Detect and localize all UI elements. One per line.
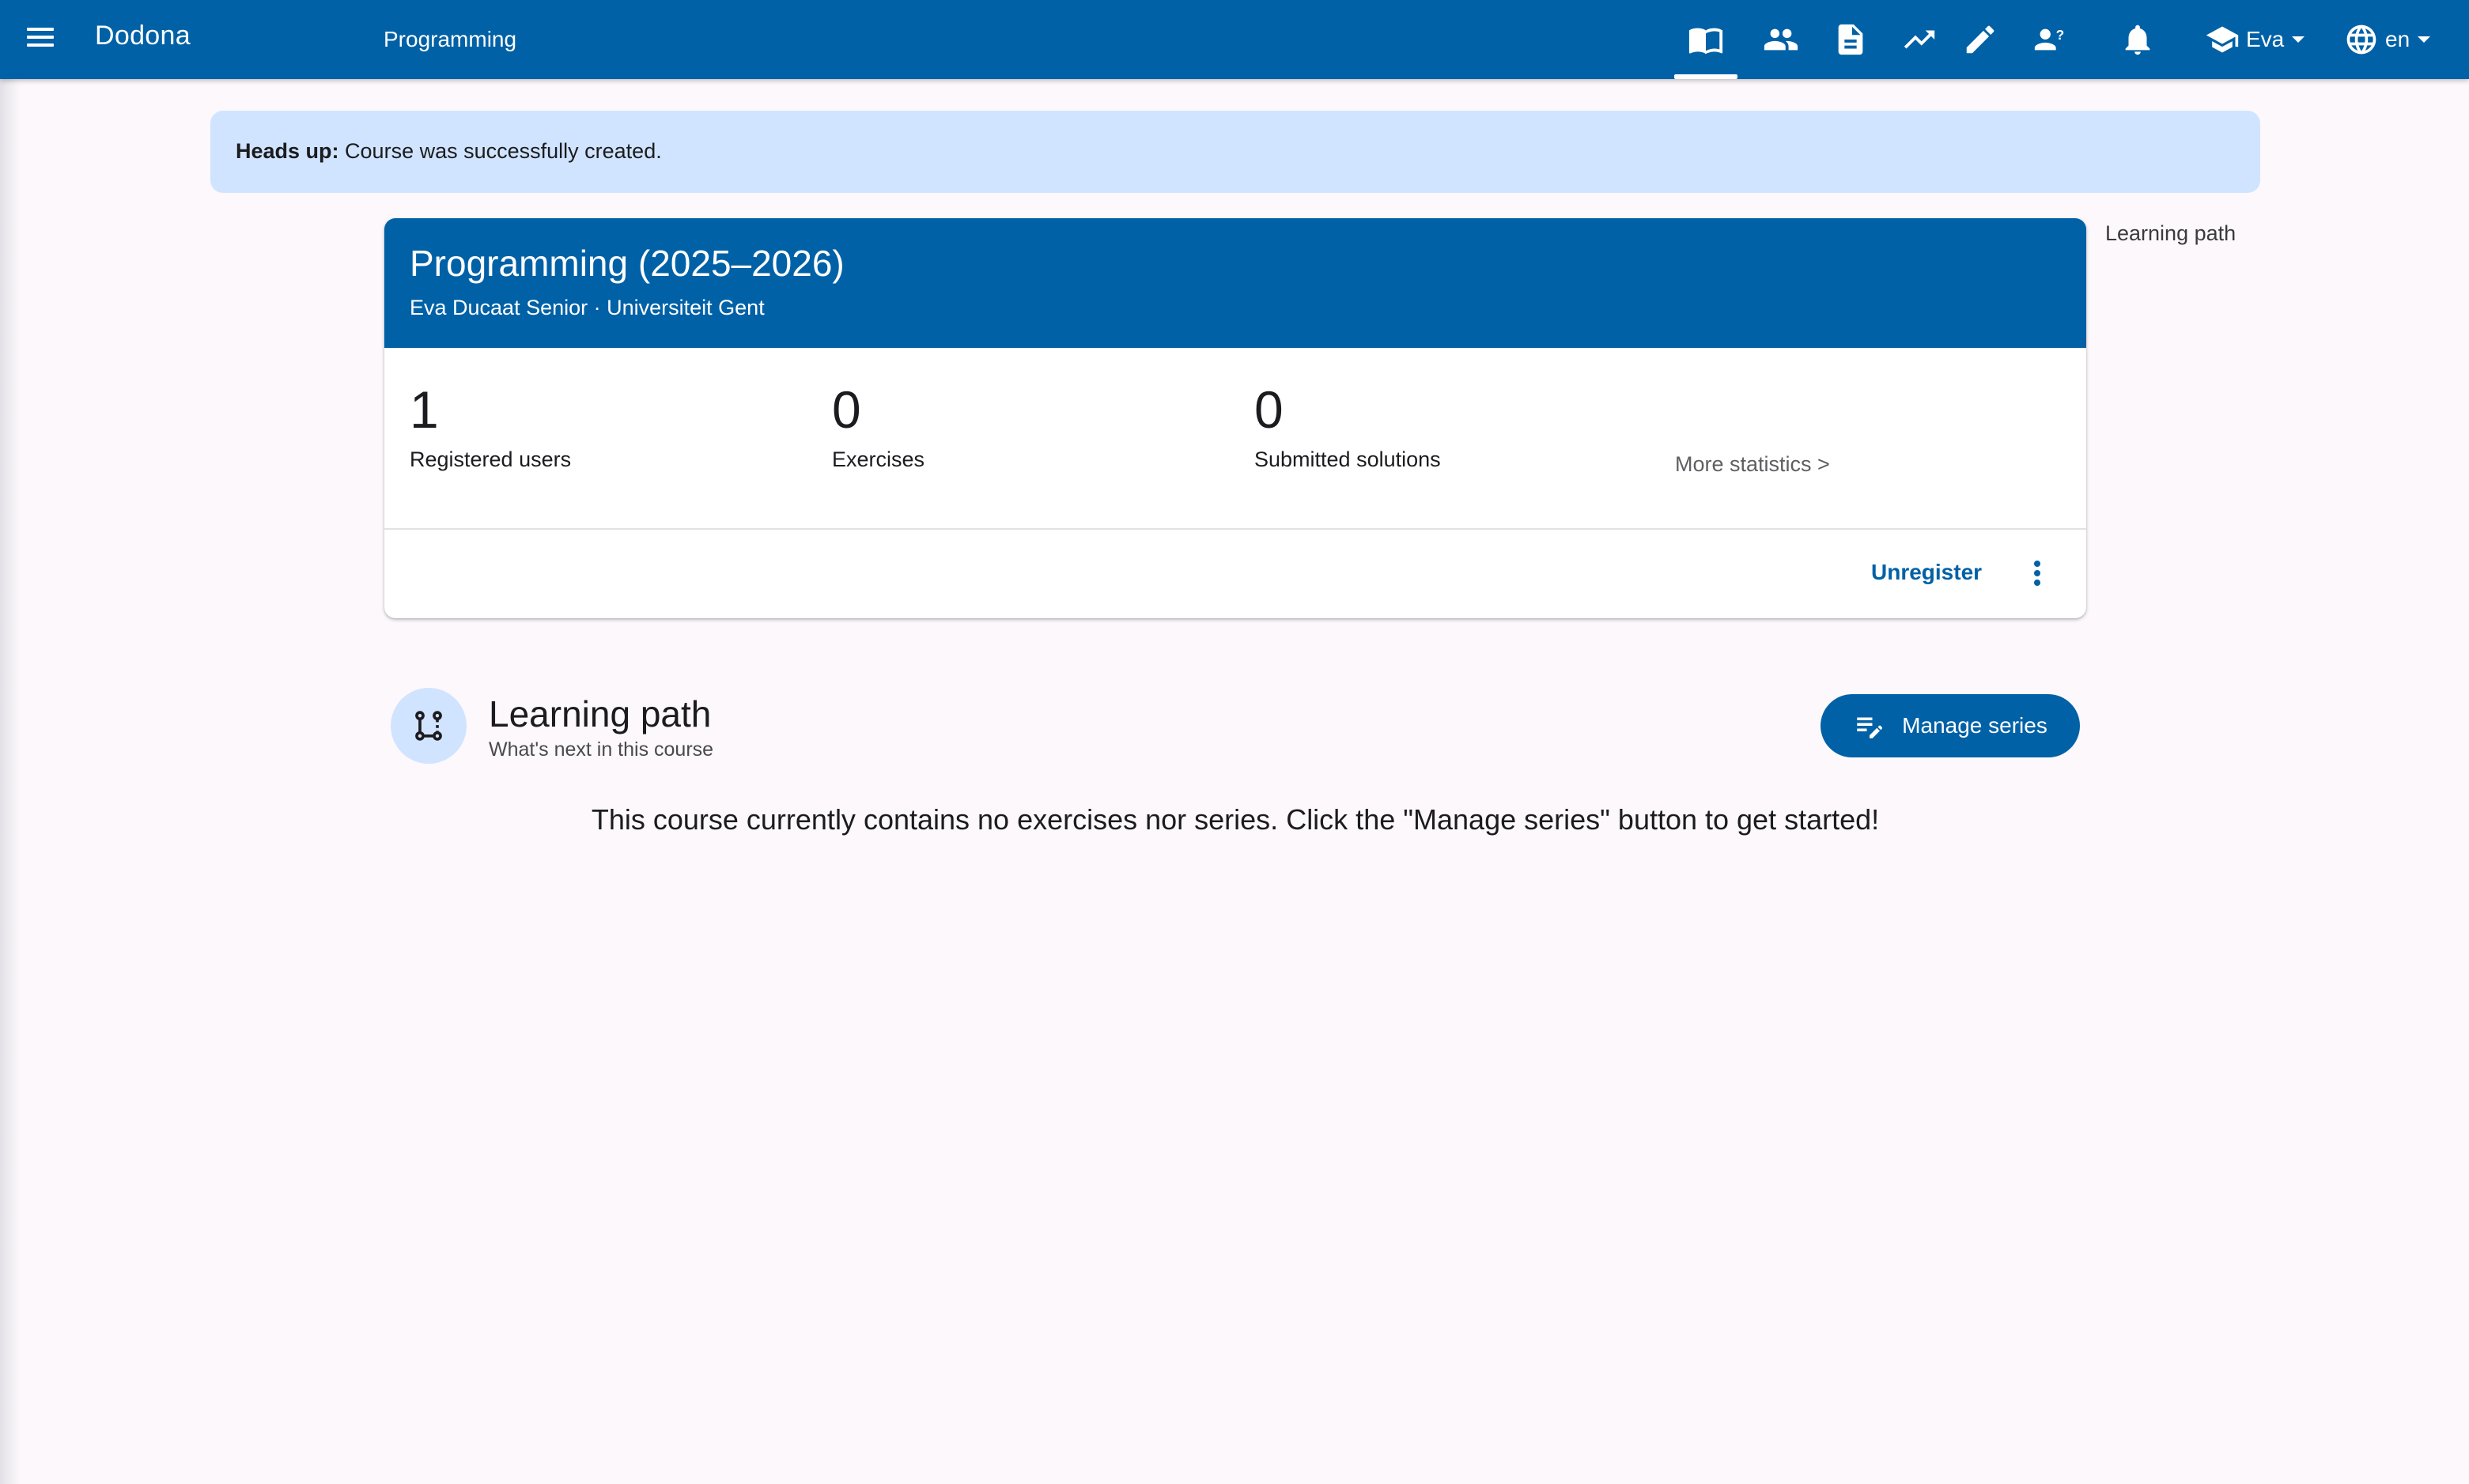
alert-prefix: Heads up: [236,139,339,163]
brand-title[interactable]: Dodona [95,21,191,51]
success-alert: Heads up: Course was successfully create… [210,111,2260,193]
chevron-down-icon [2418,36,2431,43]
stat-value: 0 [1254,380,1284,439]
edit-icon[interactable] [1957,17,2004,62]
manage-series-label: Manage series [1902,713,2047,738]
course-subtitle: Eva Ducaat Senior · Universiteit Gent [410,296,765,319]
edit-list-icon [1857,717,1883,738]
stat-registered-users: 1 Registered users [410,379,571,472]
learning-path-title: Learning path [489,693,712,734]
breadcrumb[interactable]: Programming [384,27,516,52]
side-shadow [0,79,21,1484]
submissions-icon[interactable] [1827,17,1874,62]
notifications-icon[interactable] [2114,17,2161,62]
school-icon [2206,26,2239,53]
svg-text:?: ? [2056,27,2065,43]
stat-label: Registered users [410,447,572,471]
chevron-down-icon [2292,36,2305,43]
user-menu[interactable]: Eva [2205,21,2305,59]
course-card-actions: Unregister [384,530,2086,618]
course-title: Programming (2025–2026) [410,243,845,284]
statistics-icon[interactable] [1896,17,1943,62]
course-stats: 1 Registered users 0 Exercises 0 Submitt… [384,348,2086,530]
stat-exercises: 0 Exercises [832,379,924,472]
more-statistics-link[interactable]: More statistics > [1675,452,1830,477]
stat-label: Exercises [832,447,925,471]
manage-series-button[interactable]: Manage series [1821,694,2080,757]
active-tab-indicator [1674,74,1737,79]
stat-label: Submitted solutions [1254,447,1441,471]
learning-path-subtitle: What's next in this course [489,738,714,761]
users-icon[interactable] [1757,17,1805,62]
questions-icon[interactable]: ? [2026,17,2074,62]
route-icon [391,688,467,764]
user-name: Eva [2246,27,2285,51]
globe-icon [2346,25,2376,55]
language-menu[interactable]: en [2344,21,2431,59]
course-card-header: Programming (2025–2026) Eva Ducaat Senio… [384,218,2086,348]
empty-state-message: This course currently contains no exerci… [591,803,1880,836]
course-card: Programming (2025–2026) Eva Ducaat Senio… [384,218,2086,618]
stat-submitted-solutions: 0 Submitted solutions [1254,379,1441,472]
learning-path-nav-link[interactable]: Learning path [2105,221,2236,246]
language-code: en [2385,27,2410,51]
unregister-button[interactable]: Unregister [1871,560,1982,585]
stat-value: 0 [832,380,861,439]
alert-message: Course was successfully created. [345,139,662,163]
course-icon[interactable] [1682,17,1730,62]
more-options-icon[interactable] [2028,558,2047,590]
top-app-bar: Dodona Programming ? Eva en [0,0,2469,79]
menu-icon[interactable] [24,24,59,55]
stat-value: 1 [410,380,439,439]
